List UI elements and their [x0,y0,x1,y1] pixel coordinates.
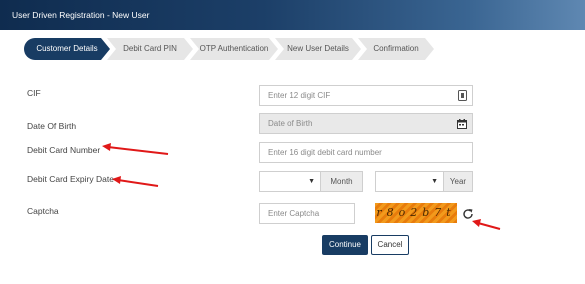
red-arrow-icon [102,143,169,155]
card-number-label: Debit Card Number [27,145,101,155]
step-customer-details[interactable]: Customer Details [24,38,110,60]
red-arrow-icon [112,176,159,187]
calendar-icon[interactable] [452,114,472,133]
captcha-placeholder: Enter Captcha [268,209,320,218]
cif-input[interactable]: Enter 12 digit CIF [259,85,473,106]
year-addon: Year [443,171,473,192]
window-title: User Driven Registration - New User [0,0,585,30]
step-otp-authentication[interactable]: OTP Authentication [190,38,278,60]
step-confirmation[interactable]: Confirmation [358,38,434,60]
captcha-image: r8o2b7t [375,203,457,223]
expiry-label: Debit Card Expiry Date [27,174,114,184]
step-debit-card-pin[interactable]: Debit Card PIN [107,38,193,60]
cif-placeholder: Enter 12 digit CIF [268,91,331,100]
dob-input[interactable]: Date of Birth [259,113,473,134]
continue-button[interactable]: Continue [322,235,368,255]
cif-label: CIF [27,88,41,98]
expiry-year-select[interactable]: ▼ [375,171,444,192]
card-icon [452,86,472,105]
month-addon: Month [320,171,363,192]
red-arrow-icon [472,219,501,230]
expiry-month-select[interactable]: ▼ [259,171,321,192]
captcha-label: Captcha [27,206,59,216]
captcha-input[interactable]: Enter Captcha [259,203,355,224]
chevron-down-icon: ▼ [431,178,438,185]
chevron-down-icon: ▼ [308,178,315,185]
cancel-button[interactable]: Cancel [371,235,409,255]
card-number-placeholder: Enter 16 digit debit card number [268,148,382,157]
dob-label: Date Of Birth [27,121,77,131]
step-new-user-details[interactable]: New User Details [275,38,361,60]
dob-placeholder: Date of Birth [268,119,313,128]
card-number-input[interactable]: Enter 16 digit debit card number [259,142,473,163]
